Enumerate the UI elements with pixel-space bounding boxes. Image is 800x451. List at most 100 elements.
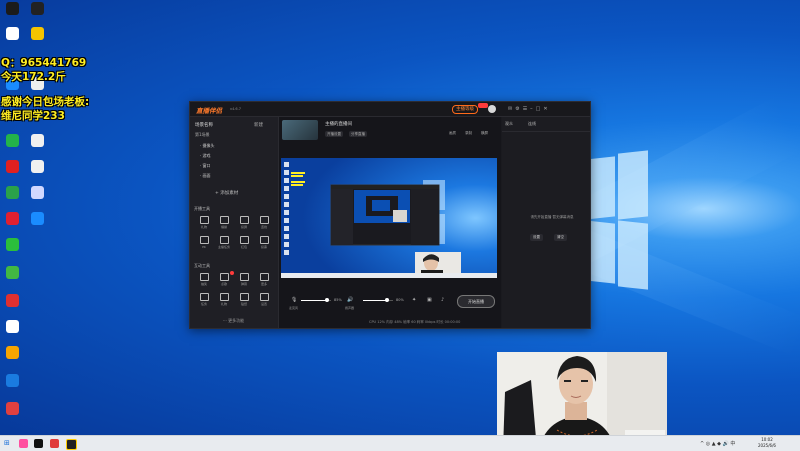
desktop-shortcut-icon[interactable] — [2, 294, 22, 319]
windows-logo-wallpaper — [585, 150, 655, 290]
shortcut-glyph — [5, 27, 19, 40]
live-tool-icon — [219, 236, 229, 244]
interact-tool-label: 弹幕 — [240, 282, 247, 286]
desktop-shortcut-icon[interactable] — [27, 27, 47, 52]
mic-volume-slider[interactable] — [301, 298, 331, 302]
settings-icon[interactable]: ⚙ — [515, 106, 522, 112]
shortcut-glyph — [30, 134, 44, 147]
desktop-shortcut-icon[interactable] — [2, 2, 22, 27]
mic-label: 麦克风 — [289, 306, 299, 310]
desktop-shortcut-icon[interactable] — [2, 186, 22, 211]
desktop-shortcut-icon[interactable] — [27, 160, 47, 185]
live-tool-label: 投屏 — [240, 225, 247, 229]
interact-tool-button[interactable]: 弹幕 — [236, 273, 252, 287]
interact-tool-label: 礼物 — [220, 302, 227, 306]
mic-mute-icon[interactable]: ♪ — [441, 297, 444, 303]
desktop-shortcut-icon[interactable] — [27, 186, 47, 211]
section-interact-tools: 互动工具 — [194, 263, 210, 268]
window-controls[interactable]: ✉⚙☰–□✕ — [508, 106, 551, 112]
source-item[interactable]: · 游戏 — [200, 153, 211, 159]
desktop-shortcut-icon[interactable] — [2, 212, 22, 237]
microphone-icon[interactable]: 🎙 — [291, 297, 297, 303]
desktop-shortcut-icon[interactable] — [2, 402, 22, 427]
taskbar-clock[interactable]: 10:02 2025/6/6 — [752, 437, 782, 449]
interact-tool-button[interactable]: 抽奖 — [196, 273, 212, 287]
upgrade-button[interactable]: 主播等级 — [452, 105, 478, 114]
orientation-button[interactable]: 横屏 — [481, 131, 488, 136]
desktop-shortcut-icon[interactable] — [2, 346, 22, 371]
tray-icons[interactable]: ^ ◎ ▲ ◆ 🔊 中 — [700, 440, 735, 447]
desktop-shortcut-icon[interactable] — [2, 27, 22, 52]
new-scene-button[interactable]: 新建 — [254, 122, 263, 128]
desktop-shortcut-icon[interactable] — [27, 134, 47, 159]
chat-clear-button[interactable]: 清空 — [554, 234, 567, 241]
desktop-shortcut-icon[interactable] — [2, 266, 22, 291]
room-title[interactable]: 主播的直播间 — [325, 121, 352, 127]
live-tool-button[interactable]: 投屏 — [236, 216, 252, 230]
speaker-icon[interactable]: 🔊 — [347, 297, 353, 303]
interact-tool-icon — [199, 273, 209, 281]
live-tool-label: 投票 — [260, 245, 267, 249]
taskbar-app-icon[interactable] — [66, 439, 77, 450]
title-bar[interactable]: 直播伴侣 v4.6.7 主播等级 ✉⚙☰–□✕ — [190, 102, 590, 117]
live-tool-button[interactable]: 礼物 — [196, 216, 212, 230]
effects-icon[interactable]: ✦ — [412, 297, 416, 303]
shortcut-glyph — [5, 134, 19, 147]
tab-audience[interactable]: 观众 — [505, 121, 513, 127]
overlay-qq-number: Q：965441769 — [1, 57, 87, 69]
live-tool-button[interactable]: PK — [196, 236, 212, 250]
stream-preview[interactable] — [281, 158, 497, 278]
source-item[interactable]: · 画面 — [200, 173, 211, 179]
notification-dot — [230, 271, 234, 275]
room-cover-thumbnail[interactable] — [282, 120, 318, 140]
speaker-volume-slider[interactable] — [363, 298, 393, 302]
quality-button[interactable]: 画质 — [449, 131, 456, 136]
tab-connect[interactable]: 连线 — [528, 121, 536, 127]
taskbar-app-icon[interactable] — [50, 439, 59, 448]
desktop-shortcut-icon[interactable] — [2, 160, 22, 185]
user-avatar[interactable] — [488, 105, 496, 113]
start-live-button[interactable]: 开始直播 — [457, 295, 495, 308]
more-tools-button[interactable]: ··· 更多功能 — [223, 318, 244, 324]
taskbar-app-icon[interactable] — [19, 439, 28, 448]
interact-tool-button[interactable]: 点歌 — [216, 273, 232, 287]
live-tool-button[interactable]: 福袋 — [216, 216, 232, 230]
interact-tool-button[interactable]: 任务 — [196, 293, 212, 307]
add-source-button[interactable]: + 添加素材 — [215, 190, 238, 196]
live-tool-button[interactable]: 投票 — [256, 236, 272, 250]
interact-tool-button[interactable]: 贴纸 — [236, 293, 252, 307]
interact-tool-button[interactable]: 设置 — [256, 293, 272, 307]
live-settings-chip[interactable]: 开播设置 — [325, 131, 343, 137]
desktop-shortcut-icon[interactable] — [2, 134, 22, 159]
interact-tool-button[interactable]: 更多 — [256, 273, 272, 287]
new-badge — [478, 103, 488, 108]
live-tool-icon — [199, 236, 209, 244]
windows-start-icon[interactable]: ⊞ — [4, 439, 10, 447]
live-companion-window[interactable]: 直播伴侣 v4.6.7 主播等级 ✉⚙☰–□✕ 场景名称 新建 第1场景 · 摄… — [189, 101, 591, 329]
desktop-shortcut-icon[interactable] — [2, 374, 22, 399]
live-tool-label: 主播任务 — [217, 245, 230, 249]
live-tool-button[interactable]: 红包 — [236, 236, 252, 250]
chat-empty-message: 请先开始直播 暂无弹幕消息 — [530, 215, 574, 219]
close-icon[interactable]: ✕ — [543, 106, 550, 112]
interact-tool-button[interactable]: 礼物 — [216, 293, 232, 307]
taskbar-app-icon[interactable] — [34, 439, 43, 448]
overlay-weight: 今天172.2斤 — [1, 71, 66, 83]
desktop-shortcut-icon[interactable] — [27, 2, 47, 27]
source-item[interactable]: · 窗口 — [200, 163, 211, 169]
share-chip[interactable]: 分享直播 — [349, 131, 367, 137]
live-tool-button[interactable]: 连线 — [256, 216, 272, 230]
desktop-shortcut-icon[interactable] — [27, 212, 47, 237]
desktop-shortcut-icon[interactable] — [2, 320, 22, 345]
live-tool-button[interactable]: 主播任务 — [216, 236, 232, 250]
record-button[interactable]: 录制 — [465, 131, 472, 136]
live-tool-label: 礼物 — [200, 225, 207, 229]
scene-header[interactable]: 场景名称 — [195, 122, 213, 128]
interact-tool-label: 设置 — [260, 302, 267, 306]
shortcut-glyph — [30, 160, 44, 173]
desktop-shortcut-icon[interactable] — [2, 238, 22, 263]
chat-settings-button[interactable]: 设置 — [530, 234, 543, 241]
camera-icon[interactable]: ▣ — [427, 297, 432, 303]
interact-tool-icon — [239, 293, 249, 301]
source-item[interactable]: · 摄像头 — [200, 143, 215, 149]
